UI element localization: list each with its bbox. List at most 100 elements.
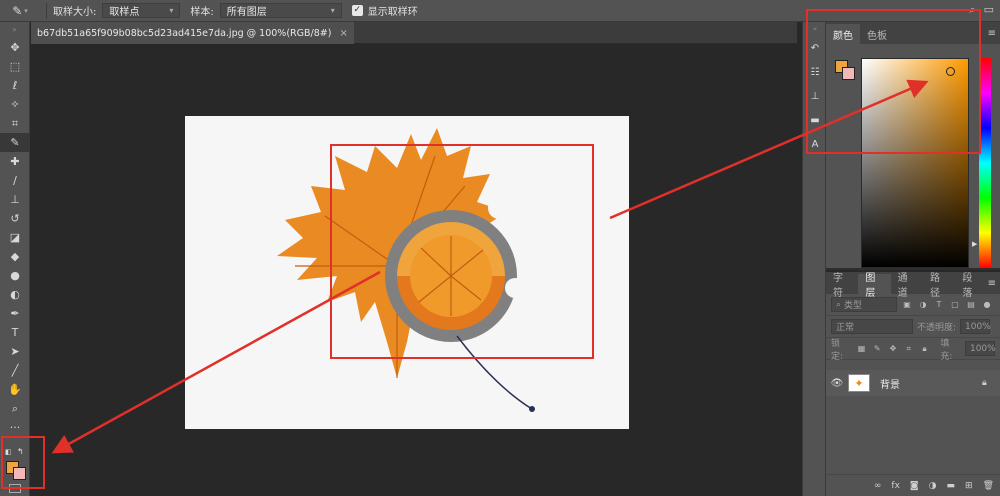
type-filter-icon[interactable]: T	[933, 299, 945, 311]
more-tools-icon[interactable]: ···	[0, 418, 30, 437]
color-picker-ring[interactable]	[946, 67, 955, 76]
eyedropper-icon[interactable]: ✎ ▾	[0, 0, 40, 22]
eye-icon[interactable]: 👁︎	[826, 378, 848, 389]
zoom-icon[interactable]: ⌕	[0, 399, 30, 418]
workspace-icon[interactable]: ▭	[984, 3, 994, 17]
lock-image-icon[interactable]: ✎	[871, 343, 883, 355]
leaf-stem	[456, 335, 533, 410]
pen-icon[interactable]: ✒	[0, 304, 30, 323]
search-icon: ⌕	[836, 299, 842, 310]
tab-paragraph[interactable]: 段落	[955, 273, 987, 299]
artboard-icon[interactable]: ⌗	[903, 343, 915, 355]
hue-slider-handle-icon[interactable]: ▶	[972, 240, 977, 248]
search-icon[interactable]: ⌕	[969, 3, 975, 17]
show-ring-checkbox[interactable]: ✓	[351, 5, 363, 16]
default-colors-icon[interactable]: ◧	[5, 448, 12, 456]
tab-layers[interactable]: 图层	[858, 273, 891, 299]
adjustment-layer-icon[interactable]: ◑	[929, 481, 937, 491]
tab-channels[interactable]: 通道	[891, 273, 923, 299]
fill-label: 填充:	[940, 338, 953, 362]
quick-select-icon[interactable]: ✧	[0, 95, 30, 114]
chevron-down-icon: ▾	[169, 6, 174, 15]
marquee-icon[interactable]: ⬚	[0, 57, 30, 76]
smart-object-filter-icon[interactable]: ▤	[965, 299, 977, 311]
hue-slider[interactable]	[979, 58, 991, 268]
paint-bucket-icon[interactable]: ◆	[0, 247, 30, 266]
path-select-icon[interactable]: ➤	[0, 342, 30, 361]
stamp-panel-icon[interactable]: ⊥	[803, 84, 827, 108]
hand-icon[interactable]: ✋	[0, 380, 30, 399]
new-layer-icon[interactable]: ⊞	[965, 481, 973, 491]
opacity-label: 不透明度:	[917, 323, 957, 333]
lasso-icon[interactable]: ℓ	[0, 76, 30, 95]
eyedropper-icon[interactable]: ✎	[0, 133, 30, 152]
adjustment-filter-icon[interactable]: ◑	[917, 299, 929, 311]
panel-menu-icon[interactable]: ≡	[988, 28, 996, 39]
line-icon[interactable]: ╱	[0, 361, 30, 380]
background-color-swatch[interactable]	[13, 467, 26, 480]
layer-kind-filter[interactable]: ⌕ 类型	[831, 297, 897, 312]
close-icon[interactable]: ×	[339, 28, 347, 39]
blend-mode-value: 正常	[836, 323, 855, 333]
opacity-field[interactable]: 100%	[960, 319, 991, 334]
history-panel-icon[interactable]: ↶	[803, 36, 827, 60]
sample-size-value: 取样点	[109, 7, 140, 18]
character-panel-icon[interactable]: A	[803, 132, 827, 156]
layers-panel-tabs: 字符 图层 通道 路径 段落 ≡	[826, 272, 1000, 299]
pixel-filter-icon[interactable]: ▣	[901, 299, 913, 311]
link-layers-icon[interactable]: ∞	[874, 481, 882, 491]
tab-swatches[interactable]: 色板	[860, 24, 894, 44]
document-canvas[interactable]	[185, 116, 629, 429]
properties-panel-icon[interactable]: ☷	[803, 60, 827, 84]
panel-collapse-icon[interactable]: «	[803, 22, 827, 36]
brush-icon[interactable]: ∕	[0, 171, 30, 190]
sample-label: 样本:	[190, 7, 214, 18]
color-field[interactable]	[861, 58, 969, 268]
layer-style-icon[interactable]: fx	[891, 481, 900, 491]
panel-menu-icon[interactable]: ≡	[988, 278, 996, 289]
blur-icon[interactable]: ●	[0, 266, 30, 285]
canvas-area[interactable]	[31, 44, 797, 496]
sample-size-dropdown[interactable]: 取样点 ▾	[102, 3, 181, 18]
clone-stamp-icon[interactable]: ⊥	[0, 190, 30, 209]
blend-row: 正常 不透明度: 100%	[826, 316, 1000, 338]
document-tab-bar: b67db51a65f909b08bc5d23ad415e7da.jpg @ 1…	[31, 22, 797, 44]
healing-brush-icon[interactable]: ✚	[0, 152, 30, 171]
eraser-icon[interactable]: ◪	[0, 228, 30, 247]
dodge-icon[interactable]: ◐	[0, 285, 30, 304]
panel-icon-strip: « ↶ ☷ ⊥ ▬ A	[802, 22, 826, 496]
blend-mode-dropdown[interactable]: 正常	[831, 319, 913, 334]
layer-row[interactable]: 👁︎ ✦ 背景 🔒︎	[826, 370, 1000, 396]
tab-paths[interactable]: 路径	[923, 273, 955, 299]
background-color-swatch[interactable]	[842, 67, 855, 80]
layer-thumbnail: ✦	[848, 374, 870, 392]
layer-name: 背景	[880, 379, 900, 391]
layer-kind-value: 类型	[844, 301, 863, 311]
new-group-icon[interactable]: ▬	[947, 481, 956, 491]
quick-mask-icon[interactable]	[9, 484, 21, 493]
fill-field[interactable]: 100%	[964, 341, 996, 356]
move-icon[interactable]: ✥	[0, 38, 30, 57]
delete-layer-icon[interactable]: 🗑︎	[983, 481, 994, 491]
type-icon[interactable]: T	[0, 323, 30, 342]
tab-color[interactable]: 颜色	[826, 24, 860, 44]
sample-value: 所有图层	[226, 7, 267, 18]
shape-filter-icon[interactable]: ▢	[949, 299, 961, 311]
tab-character[interactable]: 字符	[826, 273, 858, 299]
crop-icon[interactable]: ⌗	[0, 114, 30, 133]
sample-size-label: 取样大小:	[53, 7, 97, 18]
layers-footer: ∞ fx ◙ ◑ ▬ ⊞ 🗑︎	[826, 474, 1000, 496]
lock-all-icon[interactable]: 🔒︎	[919, 343, 931, 355]
document-tab[interactable]: b67db51a65f909b08bc5d23ad415e7da.jpg @ 1…	[31, 22, 354, 44]
brush-panel-icon[interactable]: ▬	[803, 108, 827, 132]
sample-dropdown[interactable]: 所有图层 ▾	[219, 3, 342, 18]
lock-position-icon[interactable]: ✥	[887, 343, 899, 355]
lock-transparent-icon[interactable]: ▦	[856, 343, 868, 355]
swap-colors-icon[interactable]: ↰	[17, 447, 24, 456]
panel-grip-icon[interactable]: »	[0, 22, 29, 38]
filter-toggle-icon[interactable]: ●	[981, 299, 993, 311]
chevron-down-icon: ▾	[330, 6, 335, 15]
layers-panel: 字符 图层 通道 路径 段落 ≡ ⌕ 类型 ▣ ◑ T ▢ ▤ ● 正常 不透明…	[826, 272, 1000, 496]
history-brush-icon[interactable]: ↺	[0, 209, 30, 228]
layer-mask-icon[interactable]: ◙	[910, 481, 919, 491]
